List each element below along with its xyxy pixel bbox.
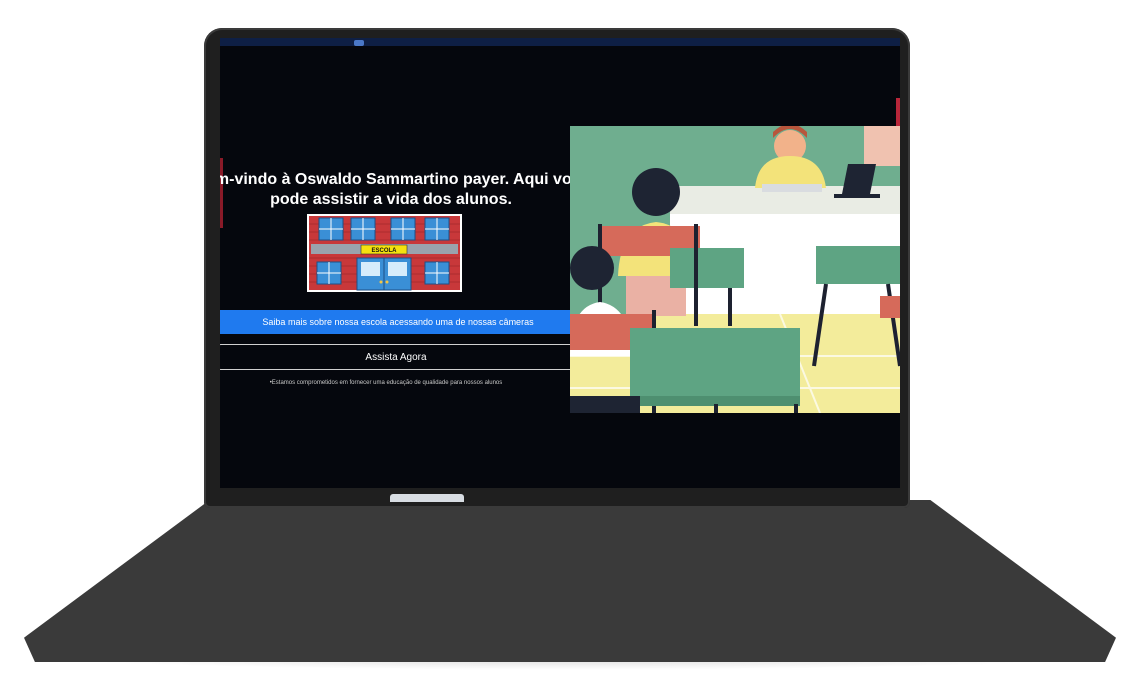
commitment-note: •Estamos comprometidos em fornecer uma e… (269, 380, 503, 386)
laptop-screen: em-vindo à Oswaldo Sammartino payer. Aqu… (220, 38, 900, 488)
classroom-illustration (570, 126, 900, 413)
welcome-line-2: pode assistir a vida dos alunos. (270, 191, 512, 208)
welcome-line-1: em-vindo à Oswaldo Sammartino payer. Aqu… (220, 171, 590, 188)
browser-top-bar (220, 38, 900, 46)
cameras-button[interactable]: Saiba mais sobre nossa escola acessando … (220, 310, 576, 334)
school-sign-text: ESCOLA (371, 248, 397, 254)
welcome-heading: em-vindo à Oswaldo Sammartino payer. Aqu… (220, 170, 590, 210)
school-building-image: ESCOLA (307, 214, 462, 292)
tab-icon[interactable] (354, 40, 364, 46)
laptop-hinge (390, 494, 464, 502)
watch-now-button[interactable]: Assista Agora (220, 344, 574, 370)
laptop-base (24, 500, 1116, 662)
